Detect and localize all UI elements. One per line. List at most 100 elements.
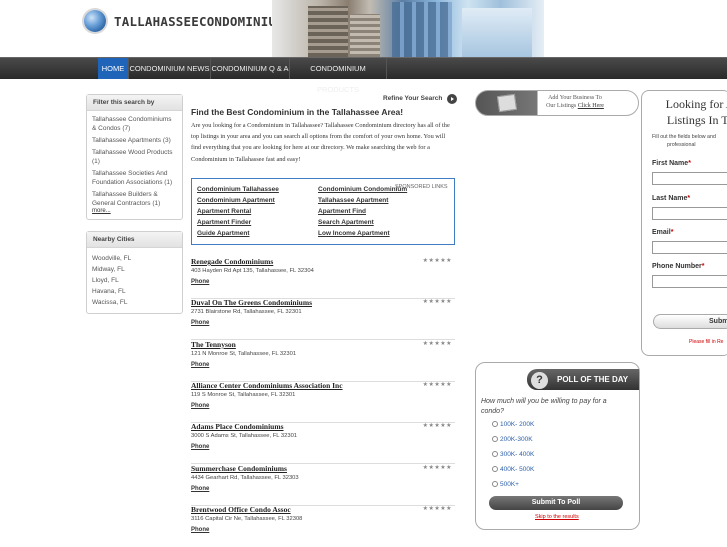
- label-text: Last Name: [652, 195, 688, 202]
- listing-address: 403 Hayden Rd Apt 135, Tallahassee, FL 3…: [191, 268, 314, 274]
- form-title-line: Listings In Ta: [666, 113, 727, 127]
- question-mark-icon: ?: [531, 372, 548, 389]
- listing-item: Summerchase Condominiums 4434 Gearhart R…: [191, 464, 455, 506]
- listing-name-link[interactable]: Adams Place Condominiums: [191, 422, 284, 431]
- listing-item: The Tennyson 121 N Monroe St, Tallahasse…: [191, 340, 455, 382]
- filter-title: Filter this search by: [87, 95, 182, 111]
- required-mark: *: [687, 195, 691, 202]
- listing-phone-link[interactable]: Phone: [191, 486, 209, 492]
- sponsored-link[interactable]: Search Apartment: [318, 219, 374, 226]
- listing-name-link[interactable]: Brentwood Office Condo Assoc: [191, 505, 291, 514]
- radio-button[interactable]: [492, 481, 498, 487]
- city-link[interactable]: Havana, FL: [87, 286, 182, 297]
- nav-home[interactable]: HOME: [98, 58, 129, 79]
- building-graphic: [350, 14, 380, 57]
- rating-stars-icon: ★★★★★: [422, 506, 452, 512]
- building-graphic: [308, 6, 348, 57]
- poll-option[interactable]: 300K- 400K: [492, 451, 534, 458]
- radio-button[interactable]: [492, 466, 498, 472]
- nav-condominium-qa[interactable]: CONDOMINIUM Q & A: [211, 58, 290, 79]
- last-name-input[interactable]: [652, 207, 727, 220]
- listing-phone-link[interactable]: Phone: [191, 444, 209, 450]
- city-link[interactable]: Wacissa, FL: [87, 297, 182, 308]
- listing-name-link[interactable]: Summerchase Condominiums: [191, 464, 287, 473]
- listing-phone-link[interactable]: Phone: [191, 527, 209, 533]
- listing-name-link[interactable]: Renegade Condominiums: [191, 257, 273, 266]
- listing-item: Adams Place Condominiums 3000 S Adams St…: [191, 422, 455, 464]
- form-submit-button[interactable]: Subm: [653, 314, 727, 329]
- form-required-note: Please fill in Re: [689, 339, 724, 345]
- filter-link[interactable]: Foundation Associations (1): [87, 178, 182, 187]
- click-here-link[interactable]: Click Here: [578, 103, 604, 109]
- city-link[interactable]: Midway, FL: [87, 264, 182, 275]
- radio-button[interactable]: [492, 436, 498, 442]
- listing-name-link[interactable]: The Tennyson: [191, 340, 236, 349]
- ad-line: Our Listings: [546, 103, 577, 109]
- required-mark: *: [670, 229, 674, 236]
- radio-button[interactable]: [492, 421, 498, 427]
- listing-name-link[interactable]: Alliance Center Condominiums Association…: [191, 381, 343, 390]
- sponsored-link[interactable]: Apartment Rental: [197, 208, 251, 215]
- filter-link[interactable]: (1): [87, 157, 182, 166]
- sponsored-link[interactable]: Guide Apartment: [197, 230, 250, 237]
- globe-logo-icon[interactable]: [84, 10, 106, 32]
- listing-phone-link[interactable]: Phone: [191, 403, 209, 409]
- poll-option[interactable]: 200K-300K: [492, 436, 533, 443]
- required-mark: *: [701, 263, 705, 270]
- listing-item: Brentwood Office Condo Assoc 3116 Capita…: [191, 505, 455, 547]
- nav-condominium-products[interactable]: CONDOMINIUM PRODUCTS: [290, 58, 387, 94]
- city-link[interactable]: Lloyd, FL: [87, 275, 182, 286]
- sponsored-link[interactable]: Condominium Condominium: [318, 186, 407, 193]
- filter-link[interactable]: Tallahassee Builders &: [87, 190, 182, 199]
- form-title: Looking for A Listings In Ta: [655, 96, 727, 128]
- sponsored-link[interactable]: Tallahassee Apartment: [318, 197, 388, 204]
- first-name-label: First Name*: [652, 160, 691, 167]
- first-name-input[interactable]: [652, 172, 727, 185]
- rating-stars-icon: ★★★★★: [422, 465, 452, 471]
- email-input[interactable]: [652, 241, 727, 254]
- listing-address: 121 N Monroe St, Tallahassee, FL 32301: [191, 351, 297, 357]
- label-text: First Name: [652, 160, 689, 167]
- form-desc-line: professional: [667, 142, 696, 148]
- listing-phone-link[interactable]: Phone: [191, 279, 209, 285]
- poll-option-label[interactable]: 200K-300K: [500, 436, 533, 443]
- poll-option[interactable]: 100K- 200K: [492, 421, 534, 428]
- city-link[interactable]: Woodville, FL: [87, 253, 182, 264]
- poll-option-label[interactable]: 500K+: [500, 481, 519, 488]
- sponsored-link[interactable]: Apartment Find: [318, 208, 366, 215]
- filter-more-link[interactable]: more...: [87, 208, 182, 214]
- sponsored-link[interactable]: Low Income Apartment: [318, 230, 390, 237]
- filter-link[interactable]: General Contractors (1): [87, 199, 182, 208]
- filter-link[interactable]: Tallahassee Apartments (3): [87, 136, 182, 145]
- sponsored-link[interactable]: Condominium Tallahassee: [197, 186, 279, 193]
- poll-option[interactable]: 400K- 500K: [492, 466, 534, 473]
- filter-box: Filter this search by Tallahassee Condom…: [86, 94, 183, 220]
- label-text: Phone Number: [652, 263, 702, 270]
- form-desc-line: Fill out the fields below and: [652, 134, 716, 140]
- skip-to-results-link[interactable]: Skip to the results: [535, 514, 579, 520]
- filter-link[interactable]: & Condos (7): [87, 124, 182, 133]
- listing-name-link[interactable]: Duval On The Greens Condominiums: [191, 298, 312, 307]
- filter-link[interactable]: Tallahassee Wood Products: [87, 148, 182, 157]
- interior-graphic: [462, 8, 532, 57]
- form-title-line: Looking for A: [665, 97, 727, 111]
- sponsored-link[interactable]: Condominium Apartment: [197, 197, 275, 204]
- add-business-text: Add Your Business To Our Listings Click …: [540, 94, 610, 110]
- nav-condominium-news[interactable]: CONDOMINIUM NEWS: [129, 58, 211, 79]
- phone-number-input[interactable]: [652, 275, 727, 288]
- listing-item: Duval On The Greens Condominiums 2731 Bl…: [191, 298, 455, 340]
- arrow-right-icon[interactable]: [447, 94, 457, 104]
- poll-option-label[interactable]: 100K- 200K: [500, 421, 534, 428]
- listing-item: Renegade Condominiums 403 Hayden Rd Apt …: [191, 257, 455, 299]
- filter-link[interactable]: Tallahassee Condominiums: [87, 115, 182, 124]
- poll-option-label[interactable]: 400K- 500K: [500, 466, 534, 473]
- sponsored-link[interactable]: Apartment Finder: [197, 219, 251, 226]
- refine-search-link[interactable]: Refine Your Search: [383, 95, 442, 102]
- listing-phone-link[interactable]: Phone: [191, 320, 209, 326]
- radio-button[interactable]: [492, 451, 498, 457]
- poll-option[interactable]: 500K+: [492, 481, 519, 488]
- poll-submit-button[interactable]: Submit To Poll: [489, 496, 623, 510]
- poll-option-label[interactable]: 300K- 400K: [500, 451, 534, 458]
- listing-phone-link[interactable]: Phone: [191, 362, 209, 368]
- filter-link[interactable]: Tallahassee Societies And: [87, 169, 182, 178]
